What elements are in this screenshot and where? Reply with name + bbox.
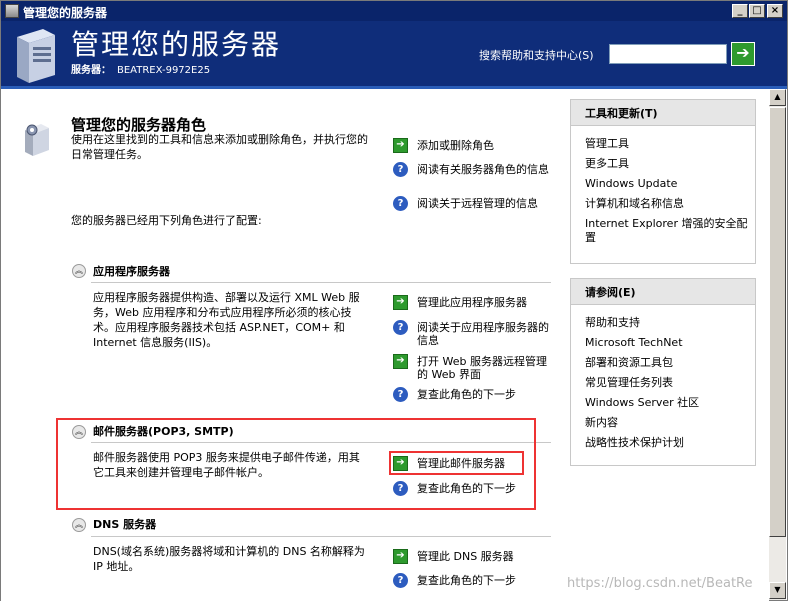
whats-new-link[interactable]: 新内容: [585, 413, 755, 433]
main-content: 管理您的服务器角色 使用在这里找到的工具和信息来添加或删除角色，并执行您的日常管…: [1, 92, 769, 601]
help-icon: ?: [393, 387, 408, 402]
tools-updates-title: 工具和更新(T): [571, 100, 755, 126]
go-arrow-icon: ➔: [393, 138, 408, 153]
section-divider: [91, 536, 551, 537]
page-title: 管理您的服务器: [71, 28, 282, 61]
common-tasks-link[interactable]: 常见管理任务列表: [585, 373, 755, 393]
search-input[interactable]: [609, 44, 727, 64]
go-arrow-icon: ➔: [393, 295, 408, 310]
server-app-icon: [5, 4, 19, 18]
minimize-button[interactable]: _: [732, 4, 748, 18]
help-icon: ?: [393, 573, 408, 588]
see-also-panel: 请参阅(E) 帮助和支持 Microsoft TechNet 部署和资源工具包 …: [570, 278, 756, 466]
help-icon: ?: [393, 162, 408, 177]
maximize-button[interactable]: □: [749, 4, 765, 18]
scroll-down-icon[interactable]: ▼: [769, 582, 786, 599]
watermark: https://blog.csdn.net/BeatRe: [567, 576, 753, 591]
manage-mail-highlight-box: [389, 451, 524, 475]
roles-description: 使用在这里找到的工具和信息来添加或删除角色，并执行您的日常管理任务。: [71, 133, 368, 161]
help-icon: ?: [393, 196, 408, 211]
help-icon: ?: [393, 320, 408, 335]
server-manager-window: 管理您的服务器 _ □ × 管理您的服务器 服务器： BEATREX-9972E2…: [0, 0, 788, 601]
section-divider: [91, 282, 551, 283]
computer-domain-info-link[interactable]: 计算机和域名称信息: [585, 194, 755, 214]
scroll-thumb[interactable]: [769, 107, 786, 537]
server-name-line: 服务器： BEATREX-9972E25: [71, 61, 210, 76]
scroll-up-icon[interactable]: ▲: [769, 89, 786, 106]
see-also-title: 请参阅(E): [571, 279, 755, 305]
windows-update-link[interactable]: Windows Update: [585, 174, 755, 194]
collapse-chevron-icon[interactable]: ︽: [72, 264, 86, 278]
search-go-button[interactable]: ➔: [731, 42, 755, 66]
window-title: 管理您的服务器: [23, 6, 108, 20]
collapse-chevron-icon[interactable]: ︽: [72, 518, 86, 532]
server-label: 服务器：: [71, 65, 111, 76]
server-tower-icon: [17, 29, 55, 83]
header-banner: 管理您的服务器 服务器： BEATREX-9972E25 搜索帮助和支持中心(S)…: [1, 21, 787, 89]
server-name: BEATREX-9972E25: [117, 65, 211, 76]
vertical-scrollbar[interactable]: ▲ ▼: [769, 89, 786, 600]
server-roles-icon: [25, 124, 49, 156]
technet-link[interactable]: Microsoft TechNet: [585, 333, 755, 353]
security-plan-link[interactable]: 战略性技术保护计划: [585, 433, 755, 453]
title-bar[interactable]: 管理您的服务器 _ □ ×: [1, 1, 787, 21]
green-arrow-icon: ➔: [736, 43, 750, 62]
tools-updates-panel: 工具和更新(T) 管理工具 更多工具 Windows Update 计算机和域名…: [570, 99, 756, 264]
admin-tools-link[interactable]: 管理工具: [585, 134, 755, 154]
role-desc-dns-server: DNS(域名系统)服务器将域和计算机的 DNS 名称解释为 IP 地址。: [93, 545, 365, 573]
community-link[interactable]: Windows Server 社区: [585, 393, 755, 413]
close-button[interactable]: ×: [767, 4, 783, 18]
more-tools-link[interactable]: 更多工具: [585, 154, 755, 174]
ie-security-config-link[interactable]: Internet Explorer 增强的安全配置: [585, 214, 755, 248]
search-label: 搜索帮助和支持中心(S): [479, 49, 594, 62]
configured-roles-text: 您的服务器已经用下列角色进行了配置:: [71, 214, 262, 227]
role-title-app-server: 应用程序服务器: [93, 265, 170, 278]
go-arrow-icon: ➔: [393, 354, 408, 369]
role-title-dns-server: DNS 服务器: [93, 518, 157, 531]
go-arrow-icon: ➔: [393, 549, 408, 564]
help-support-link[interactable]: 帮助和支持: [585, 313, 755, 333]
deployment-kit-link[interactable]: 部署和资源工具包: [585, 353, 755, 373]
role-desc-app-server: 应用程序服务器提供构造、部署以及运行 XML Web 服务，Web 应用程序和分…: [93, 291, 360, 349]
